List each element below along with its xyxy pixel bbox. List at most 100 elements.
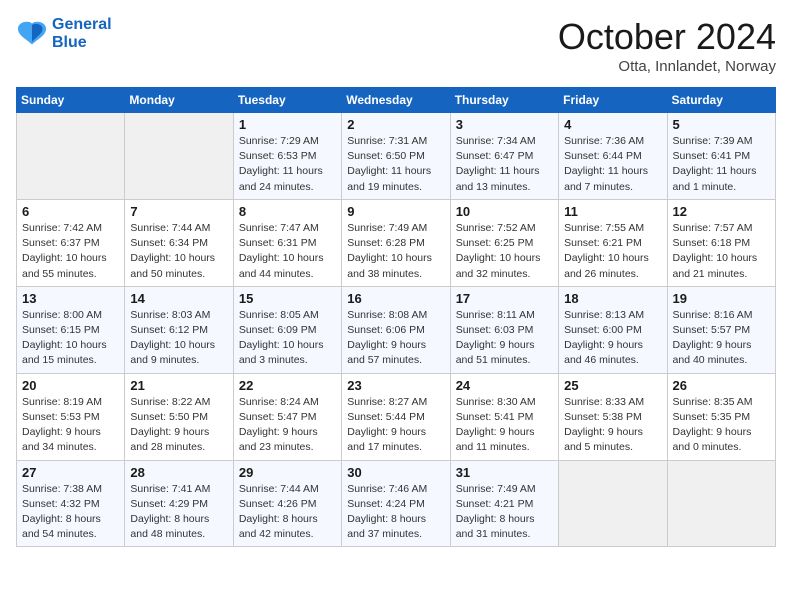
calendar-day-cell [667, 460, 775, 547]
calendar-day-cell: 13 Sunrise: 8:00 AM Sunset: 6:15 PM Dayl… [17, 286, 125, 373]
calendar-day-cell: 15 Sunrise: 8:05 AM Sunset: 6:09 PM Dayl… [233, 286, 341, 373]
day-number: 27 [22, 465, 119, 480]
day-info: Sunrise: 8:05 AM Sunset: 6:09 PM Dayligh… [239, 308, 336, 369]
calendar-day-cell: 18 Sunrise: 8:13 AM Sunset: 6:00 PM Dayl… [559, 286, 667, 373]
calendar-day-cell: 5 Sunrise: 7:39 AM Sunset: 6:41 PM Dayli… [667, 113, 775, 200]
day-number: 24 [456, 378, 553, 393]
calendar-week-row: 13 Sunrise: 8:00 AM Sunset: 6:15 PM Dayl… [17, 286, 776, 373]
day-number: 20 [22, 378, 119, 393]
calendar-day-cell: 6 Sunrise: 7:42 AM Sunset: 6:37 PM Dayli… [17, 199, 125, 286]
day-info: Sunrise: 8:11 AM Sunset: 6:03 PM Dayligh… [456, 308, 553, 369]
calendar-day-cell: 1 Sunrise: 7:29 AM Sunset: 6:53 PM Dayli… [233, 113, 341, 200]
day-number: 18 [564, 291, 661, 306]
calendar-day-cell: 30 Sunrise: 7:46 AM Sunset: 4:24 PM Dayl… [342, 460, 450, 547]
logo-icon [16, 20, 48, 48]
day-info: Sunrise: 8:00 AM Sunset: 6:15 PM Dayligh… [22, 308, 119, 369]
calendar-day-cell: 31 Sunrise: 7:49 AM Sunset: 4:21 PM Dayl… [450, 460, 558, 547]
title-block: October 2024 Otta, Innlandet, Norway [558, 16, 776, 75]
day-number: 11 [564, 204, 661, 219]
calendar-day-cell: 9 Sunrise: 7:49 AM Sunset: 6:28 PM Dayli… [342, 199, 450, 286]
calendar-day-cell: 27 Sunrise: 7:38 AM Sunset: 4:32 PM Dayl… [17, 460, 125, 547]
logo-text: General Blue [52, 16, 112, 51]
day-info: Sunrise: 8:30 AM Sunset: 5:41 PM Dayligh… [456, 395, 553, 456]
day-info: Sunrise: 7:41 AM Sunset: 4:29 PM Dayligh… [130, 482, 227, 543]
day-number: 4 [564, 117, 661, 132]
weekday-header: Monday [125, 88, 233, 113]
calendar-day-cell: 20 Sunrise: 8:19 AM Sunset: 5:53 PM Dayl… [17, 373, 125, 460]
day-info: Sunrise: 7:55 AM Sunset: 6:21 PM Dayligh… [564, 221, 661, 282]
day-info: Sunrise: 7:57 AM Sunset: 6:18 PM Dayligh… [673, 221, 770, 282]
page-header: General Blue October 2024 Otta, Innlande… [16, 16, 776, 75]
day-number: 14 [130, 291, 227, 306]
day-number: 2 [347, 117, 444, 132]
calendar-day-cell: 25 Sunrise: 8:33 AM Sunset: 5:38 PM Dayl… [559, 373, 667, 460]
day-number: 19 [673, 291, 770, 306]
calendar-day-cell: 8 Sunrise: 7:47 AM Sunset: 6:31 PM Dayli… [233, 199, 341, 286]
day-number: 5 [673, 117, 770, 132]
day-info: Sunrise: 7:49 AM Sunset: 4:21 PM Dayligh… [456, 482, 553, 543]
calendar-day-cell: 29 Sunrise: 7:44 AM Sunset: 4:26 PM Dayl… [233, 460, 341, 547]
day-number: 17 [456, 291, 553, 306]
calendar-day-cell: 11 Sunrise: 7:55 AM Sunset: 6:21 PM Dayl… [559, 199, 667, 286]
calendar-day-cell: 10 Sunrise: 7:52 AM Sunset: 6:25 PM Dayl… [450, 199, 558, 286]
calendar-day-cell: 17 Sunrise: 8:11 AM Sunset: 6:03 PM Dayl… [450, 286, 558, 373]
day-number: 7 [130, 204, 227, 219]
calendar-day-cell: 12 Sunrise: 7:57 AM Sunset: 6:18 PM Dayl… [667, 199, 775, 286]
day-number: 26 [673, 378, 770, 393]
day-info: Sunrise: 8:22 AM Sunset: 5:50 PM Dayligh… [130, 395, 227, 456]
calendar-day-cell: 16 Sunrise: 8:08 AM Sunset: 6:06 PM Dayl… [342, 286, 450, 373]
calendar-week-row: 6 Sunrise: 7:42 AM Sunset: 6:37 PM Dayli… [17, 199, 776, 286]
weekday-header: Sunday [17, 88, 125, 113]
calendar-day-cell [125, 113, 233, 200]
day-number: 6 [22, 204, 119, 219]
day-number: 21 [130, 378, 227, 393]
day-info: Sunrise: 7:49 AM Sunset: 6:28 PM Dayligh… [347, 221, 444, 282]
day-number: 31 [456, 465, 553, 480]
day-info: Sunrise: 7:47 AM Sunset: 6:31 PM Dayligh… [239, 221, 336, 282]
day-number: 29 [239, 465, 336, 480]
month-title: October 2024 [558, 16, 776, 58]
calendar-day-cell: 2 Sunrise: 7:31 AM Sunset: 6:50 PM Dayli… [342, 113, 450, 200]
day-number: 1 [239, 117, 336, 132]
day-number: 10 [456, 204, 553, 219]
day-number: 12 [673, 204, 770, 219]
day-info: Sunrise: 8:16 AM Sunset: 5:57 PM Dayligh… [673, 308, 770, 369]
day-info: Sunrise: 8:13 AM Sunset: 6:00 PM Dayligh… [564, 308, 661, 369]
day-info: Sunrise: 7:44 AM Sunset: 4:26 PM Dayligh… [239, 482, 336, 543]
weekday-header: Wednesday [342, 88, 450, 113]
calendar-day-cell: 14 Sunrise: 8:03 AM Sunset: 6:12 PM Dayl… [125, 286, 233, 373]
calendar-day-cell [17, 113, 125, 200]
day-number: 22 [239, 378, 336, 393]
day-info: Sunrise: 8:19 AM Sunset: 5:53 PM Dayligh… [22, 395, 119, 456]
day-number: 16 [347, 291, 444, 306]
day-info: Sunrise: 7:52 AM Sunset: 6:25 PM Dayligh… [456, 221, 553, 282]
calendar-day-cell [559, 460, 667, 547]
calendar-week-row: 20 Sunrise: 8:19 AM Sunset: 5:53 PM Dayl… [17, 373, 776, 460]
day-number: 25 [564, 378, 661, 393]
calendar-header-row: SundayMondayTuesdayWednesdayThursdayFrid… [17, 88, 776, 113]
calendar-day-cell: 26 Sunrise: 8:35 AM Sunset: 5:35 PM Dayl… [667, 373, 775, 460]
day-info: Sunrise: 7:46 AM Sunset: 4:24 PM Dayligh… [347, 482, 444, 543]
calendar-week-row: 27 Sunrise: 7:38 AM Sunset: 4:32 PM Dayl… [17, 460, 776, 547]
day-info: Sunrise: 7:29 AM Sunset: 6:53 PM Dayligh… [239, 134, 336, 195]
day-info: Sunrise: 7:34 AM Sunset: 6:47 PM Dayligh… [456, 134, 553, 195]
day-info: Sunrise: 8:08 AM Sunset: 6:06 PM Dayligh… [347, 308, 444, 369]
weekday-header: Thursday [450, 88, 558, 113]
day-info: Sunrise: 8:35 AM Sunset: 5:35 PM Dayligh… [673, 395, 770, 456]
day-number: 30 [347, 465, 444, 480]
day-number: 28 [130, 465, 227, 480]
day-info: Sunrise: 8:24 AM Sunset: 5:47 PM Dayligh… [239, 395, 336, 456]
weekday-header: Saturday [667, 88, 775, 113]
location: Otta, Innlandet, Norway [558, 58, 776, 75]
calendar-day-cell: 4 Sunrise: 7:36 AM Sunset: 6:44 PM Dayli… [559, 113, 667, 200]
day-number: 23 [347, 378, 444, 393]
calendar-day-cell: 21 Sunrise: 8:22 AM Sunset: 5:50 PM Dayl… [125, 373, 233, 460]
calendar-day-cell: 19 Sunrise: 8:16 AM Sunset: 5:57 PM Dayl… [667, 286, 775, 373]
day-number: 9 [347, 204, 444, 219]
day-info: Sunrise: 7:42 AM Sunset: 6:37 PM Dayligh… [22, 221, 119, 282]
day-number: 13 [22, 291, 119, 306]
calendar-week-row: 1 Sunrise: 7:29 AM Sunset: 6:53 PM Dayli… [17, 113, 776, 200]
day-info: Sunrise: 7:31 AM Sunset: 6:50 PM Dayligh… [347, 134, 444, 195]
day-number: 15 [239, 291, 336, 306]
calendar-table: SundayMondayTuesdayWednesdayThursdayFrid… [16, 87, 776, 547]
